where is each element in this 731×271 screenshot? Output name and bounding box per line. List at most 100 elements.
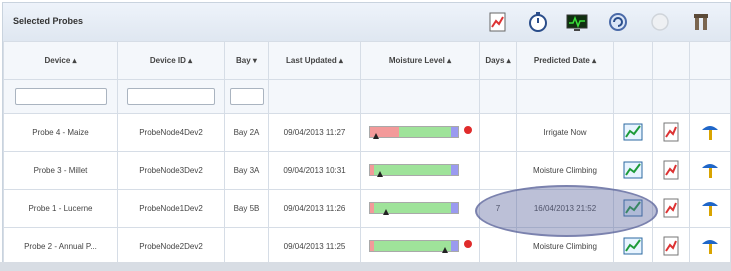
device-filter-input[interactable] [14, 88, 107, 105]
trend-chart-icon[interactable] [623, 161, 643, 181]
column-header-predicted-date[interactable]: Predicted Date ▴ [516, 41, 614, 80]
table-row[interactable]: Probe 2 - Annual P... ProbeNode2Dev2 09/… [3, 227, 731, 266]
device-id-cell: ProbeNode1Dev2 [117, 189, 225, 228]
bay-cell: Bay 5B [224, 189, 269, 228]
filter-cell-empty [689, 79, 731, 114]
bay-cell: Bay 3A [224, 151, 269, 190]
moisture-level-cell [360, 151, 480, 190]
tools-icon[interactable] [691, 11, 713, 33]
report-icon[interactable] [662, 160, 680, 182]
device-cell: Probe 2 - Annual P... [3, 227, 118, 266]
warning-dot-icon [464, 239, 472, 248]
bay-cell: Bay 2A [224, 113, 269, 152]
filter-cell-empty [516, 79, 614, 114]
column-header-device[interactable]: Device ▴ [3, 41, 118, 80]
moisture-level-bar [369, 163, 459, 177]
last-updated-cell: 09/04/2013 11:27 [268, 113, 361, 152]
filter-cell-device-id [117, 79, 225, 114]
column-header-blank-2 [652, 41, 690, 80]
probe-table: Device ▴ Device ID ▴ Bay ▾ Last Updated … [3, 41, 731, 266]
panel-titlebar: Selected Probes [3, 3, 730, 42]
filter-cell-empty [479, 79, 517, 114]
chart-icon[interactable] [487, 11, 509, 33]
irrigation-icon[interactable] [700, 236, 720, 258]
moisture-wet-segment [450, 202, 458, 213]
trend-chart-icon[interactable] [623, 123, 643, 143]
table-row[interactable]: Probe 4 - Maize ProbeNode4Dev2 Bay 2A 09… [3, 113, 731, 152]
predicted-date-cell: Irrigate Now [516, 113, 614, 152]
trend-chart-icon[interactable] [623, 237, 643, 257]
last-updated-cell: 09/04/2013 11:25 [268, 227, 361, 266]
report-cell [652, 113, 690, 152]
filter-cell-device [3, 79, 118, 114]
moisture-level-cell [360, 189, 480, 228]
report-icon[interactable] [662, 198, 680, 220]
bay-cell [224, 227, 269, 266]
moisture-level-marker [376, 170, 383, 177]
column-header-days[interactable]: Days ▴ [479, 41, 517, 80]
report-cell [652, 227, 690, 266]
irrigation-cell [689, 113, 731, 152]
device-id-filter-input[interactable] [127, 88, 215, 105]
irrigation-cell [689, 227, 731, 266]
days-cell [479, 113, 517, 152]
report-cell [652, 151, 690, 190]
filter-cell-empty [360, 79, 480, 114]
trend-chart-cell [613, 113, 653, 152]
refresh-icon[interactable] [607, 11, 629, 33]
device-id-cell: ProbeNode3Dev2 [117, 151, 225, 190]
filter-cell-empty [613, 79, 653, 114]
last-updated-cell: 09/04/2013 11:26 [268, 189, 361, 228]
report-cell [652, 189, 690, 228]
moisture-wet-segment [450, 240, 458, 251]
moisture-wet-segment [450, 164, 458, 175]
bottom-bar [0, 262, 731, 271]
moisture-level-marker [382, 208, 389, 215]
column-header-last-updated[interactable]: Last Updated ▴ [268, 41, 361, 80]
table-row[interactable]: Probe 3 - Millet ProbeNode3Dev2 Bay 3A 0… [3, 151, 731, 190]
irrigation-icon[interactable] [700, 160, 720, 182]
moisture-level-bar [369, 125, 472, 139]
device-id-cell: ProbeNode2Dev2 [117, 227, 225, 266]
moisture-dry-segment [370, 164, 375, 175]
moisture-level-cell [360, 113, 480, 152]
moisture-wet-segment [450, 126, 458, 137]
moisture-dry-segment [370, 240, 375, 251]
device-id-cell: ProbeNode4Dev2 [117, 113, 225, 152]
device-cell: Probe 3 - Millet [3, 151, 118, 190]
device-cell: Probe 4 - Maize [3, 113, 118, 152]
highlight-oval [475, 185, 658, 237]
filter-cell-empty [652, 79, 690, 114]
column-header-blank-1 [613, 41, 653, 80]
irrigation-cell [689, 151, 731, 190]
last-updated-cell: 09/04/2013 10:31 [268, 151, 361, 190]
filter-cell-bay [224, 79, 269, 114]
circle-icon[interactable] [649, 11, 671, 33]
trend-chart-cell [613, 227, 653, 266]
moisture-dry-segment [370, 202, 375, 213]
monitor-icon[interactable] [566, 11, 588, 33]
irrigation-icon[interactable] [700, 198, 720, 220]
days-cell [479, 151, 517, 190]
moisture-level-cell [360, 227, 480, 266]
report-icon[interactable] [662, 236, 680, 258]
moisture-level-bar [369, 239, 472, 253]
report-icon[interactable] [662, 122, 680, 144]
column-header-bay[interactable]: Bay ▾ [224, 41, 269, 80]
column-header-moisture-level[interactable]: Moisture Level ▴ [360, 41, 480, 80]
irrigation-icon[interactable] [700, 122, 720, 144]
moisture-level-marker [441, 246, 448, 253]
irrigation-cell [689, 189, 731, 228]
column-header-blank-3 [689, 41, 731, 80]
bay-filter-input[interactable] [229, 88, 264, 105]
moisture-level-marker [373, 132, 380, 139]
trend-chart-cell [613, 151, 653, 190]
column-header-device-id[interactable]: Device ID ▴ [117, 41, 225, 80]
panel-title: Selected Probes [13, 16, 84, 26]
filter-cell-empty [268, 79, 361, 114]
predicted-date-cell: Moisture Climbing [516, 151, 614, 190]
moisture-level-bar [369, 201, 459, 215]
stopwatch-icon[interactable] [527, 11, 549, 33]
days-cell [479, 227, 517, 266]
warning-dot-icon [464, 125, 472, 134]
